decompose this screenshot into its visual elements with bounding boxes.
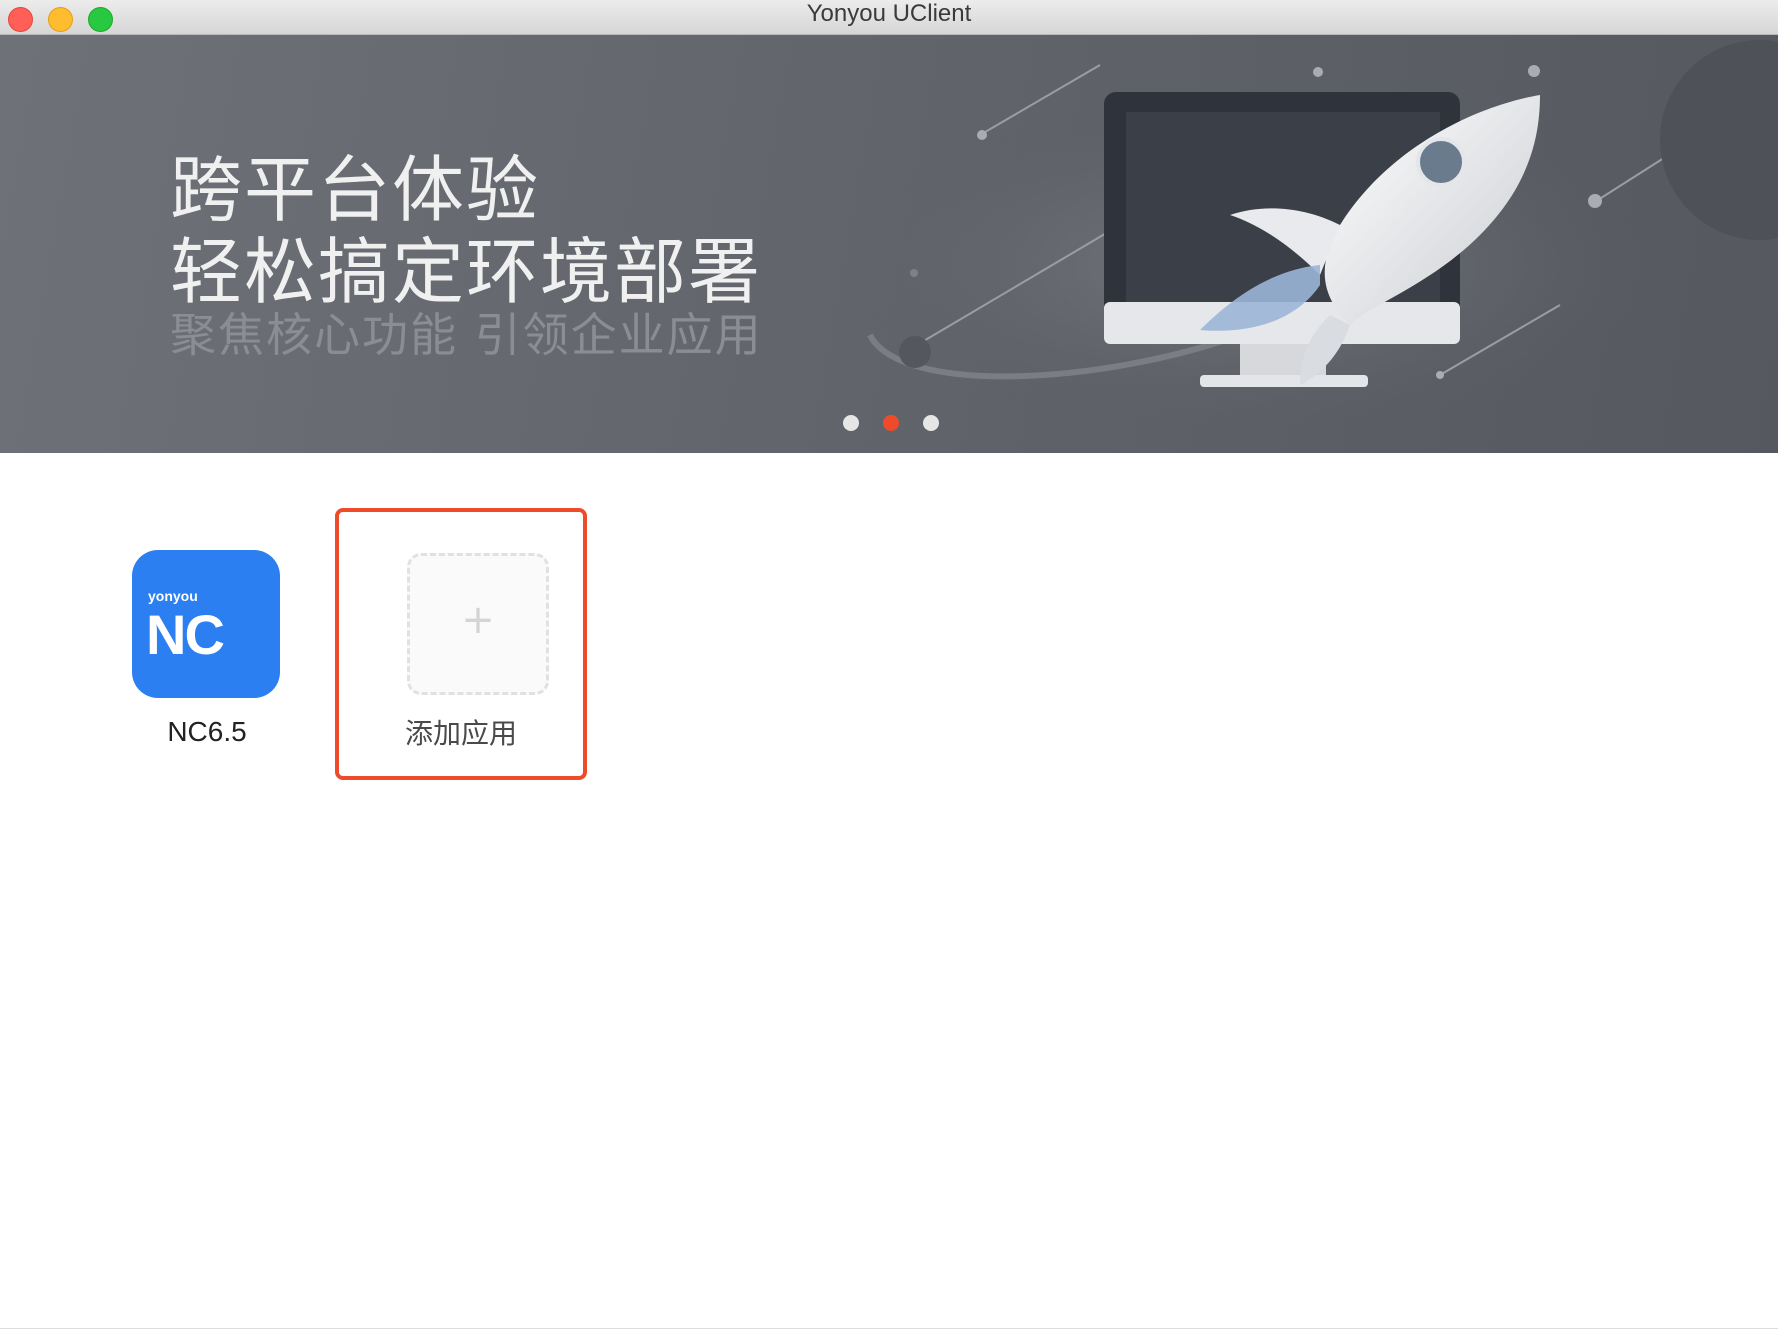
plus-icon: +: [461, 597, 495, 643]
app-label-nc65: NC6.5: [167, 716, 247, 747]
carousel-dot-2[interactable]: [883, 415, 899, 431]
add-app-label[interactable]: 添加应用: [335, 712, 587, 752]
window-titlebar: Yonyou UClient: [0, 0, 1778, 35]
banner-subtitle: 聚焦核心功能 引领企业应用: [170, 308, 763, 362]
carousel-dot-3[interactable]: [923, 415, 939, 431]
window-title: Yonyou UClient: [806, 0, 972, 27]
carousel-dot-1[interactable]: [843, 415, 859, 431]
banner-carousel[interactable]: 跨平台体验 轻松搞定环境部署 聚焦核心功能 引领企业应用: [0, 35, 1778, 453]
bottom-divider: [0, 1328, 1778, 1329]
add-app-button[interactable]: +: [407, 553, 549, 695]
yonyou-nc-icon[interactable]: yonyou NC: [132, 550, 280, 698]
nc-icon-logo-text: NC: [146, 603, 225, 666]
